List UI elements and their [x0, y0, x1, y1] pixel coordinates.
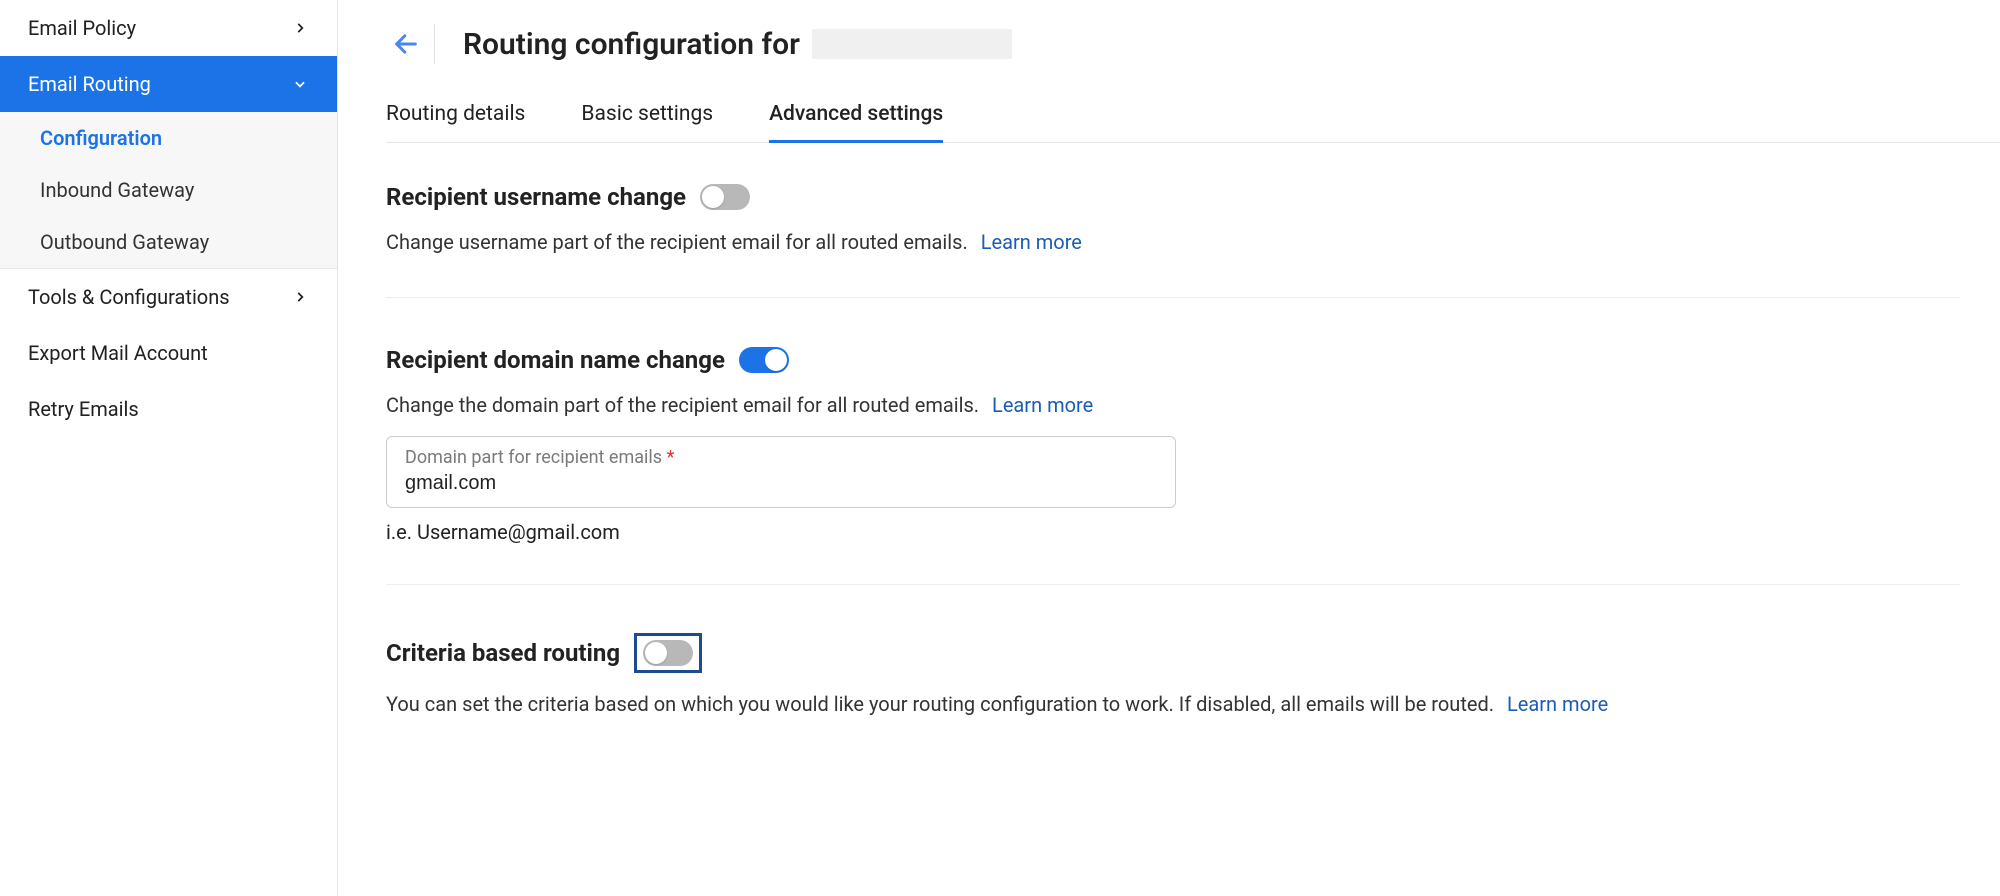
tab-routing-details[interactable]: Routing details	[386, 88, 525, 143]
chevron-right-icon	[291, 19, 309, 37]
sidebar-item-label: Retry Emails	[28, 397, 139, 421]
separator	[434, 24, 435, 64]
page-header: Routing configuration for	[386, 0, 2000, 76]
chevron-right-icon	[291, 288, 309, 306]
section-title: Recipient username change	[386, 183, 686, 211]
sidebar-sub-outbound-gateway[interactable]: Outbound Gateway	[0, 216, 337, 268]
domain-field-label: Domain part for recipient emails *	[405, 447, 1157, 468]
sidebar-subpanel-email-routing: Configuration Inbound Gateway Outbound G…	[0, 112, 337, 269]
section-criteria-routing: Criteria based routing You can set the c…	[386, 633, 1960, 759]
learn-more-link[interactable]: Learn more	[981, 230, 1082, 254]
redacted-name	[812, 29, 1012, 59]
domain-hint: i.e. Username@gmail.com	[386, 520, 1960, 544]
sidebar-item-label: Email Routing	[28, 72, 151, 96]
section-description: Change username part of the recipient em…	[386, 227, 1960, 257]
section-username-change: Recipient username change Change usernam…	[386, 183, 1960, 298]
back-button[interactable]	[386, 24, 426, 64]
sidebar-item-label: Export Mail Account	[28, 341, 208, 365]
main-panel: Routing configuration for Routing detail…	[338, 0, 2000, 896]
toggle-highlight	[634, 633, 702, 673]
learn-more-link[interactable]: Learn more	[992, 393, 1093, 417]
sidebar-item-label: Tools & Configurations	[28, 285, 230, 309]
chevron-down-icon	[291, 75, 309, 93]
sidebar: Email Policy Email Routing Configuration…	[0, 0, 338, 896]
sidebar-item-retry-emails[interactable]: Retry Emails	[0, 381, 337, 437]
toggle-username-change[interactable]	[700, 184, 750, 210]
tab-advanced-settings[interactable]: Advanced settings	[769, 88, 943, 143]
section-domain-change: Recipient domain name change Change the …	[386, 346, 1960, 585]
section-title: Criteria based routing	[386, 639, 620, 667]
learn-more-link[interactable]: Learn more	[1507, 692, 1608, 716]
page-title: Routing configuration for	[463, 27, 800, 62]
content: Recipient username change Change usernam…	[386, 143, 2000, 807]
sidebar-item-tools-config[interactable]: Tools & Configurations	[0, 269, 337, 325]
sidebar-item-email-routing[interactable]: Email Routing	[0, 56, 337, 112]
domain-input[interactable]	[405, 472, 1157, 495]
domain-field-box: Domain part for recipient emails *	[386, 436, 1176, 508]
sidebar-item-export-mail[interactable]: Export Mail Account	[0, 325, 337, 381]
required-marker: *	[667, 447, 675, 468]
sidebar-sub-configuration[interactable]: Configuration	[0, 112, 337, 164]
tab-basic-settings[interactable]: Basic settings	[581, 88, 713, 143]
toggle-criteria-routing[interactable]	[643, 640, 693, 666]
sidebar-sub-inbound-gateway[interactable]: Inbound Gateway	[0, 164, 337, 216]
sidebar-item-label: Email Policy	[28, 16, 136, 40]
section-description: Change the domain part of the recipient …	[386, 390, 1960, 420]
tabs: Routing details Basic settings Advanced …	[386, 88, 2000, 143]
section-description: You can set the criteria based on which …	[386, 689, 1960, 719]
section-title: Recipient domain name change	[386, 346, 725, 374]
toggle-domain-change[interactable]	[739, 347, 789, 373]
sidebar-item-email-policy[interactable]: Email Policy	[0, 0, 337, 56]
